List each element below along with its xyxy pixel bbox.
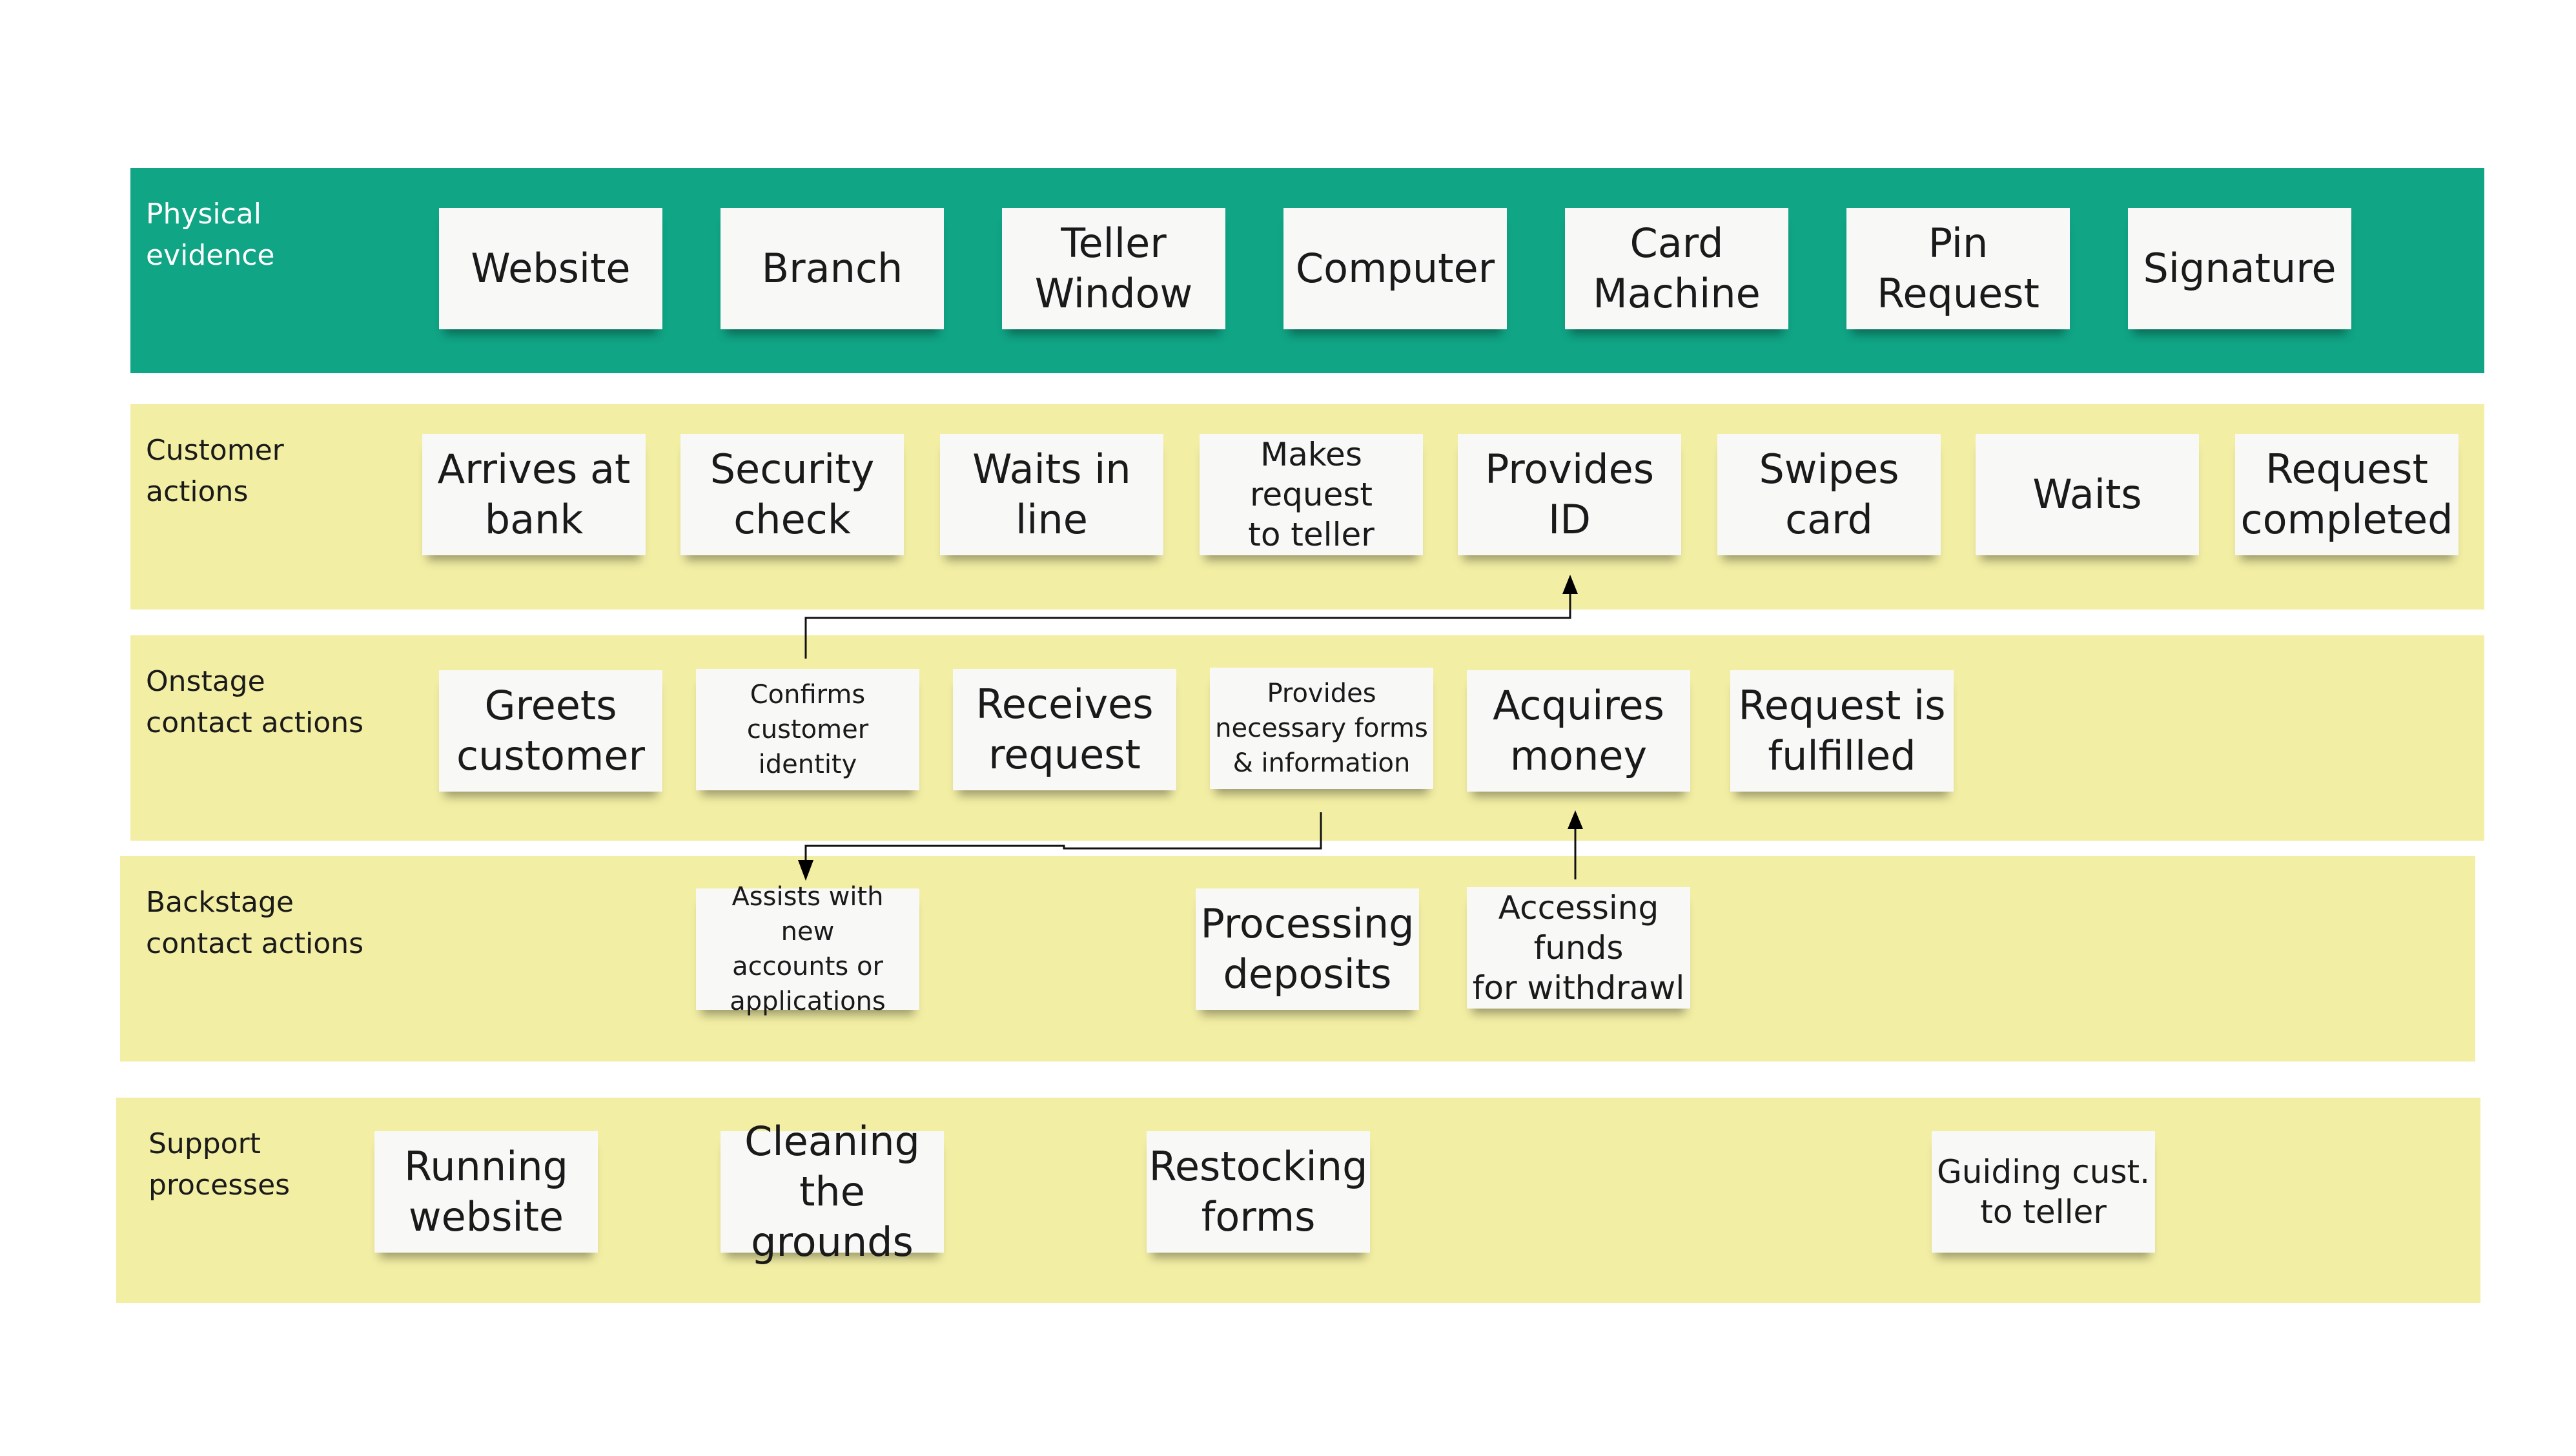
note-receives-request[interactable]: Receives request — [953, 669, 1176, 790]
note-signature[interactable]: Signature — [2128, 208, 2351, 329]
lane-label: Onstage contact actions — [146, 665, 364, 739]
note-confirms-identity[interactable]: Confirms customer identity — [696, 669, 919, 790]
note-cleaning-grounds[interactable]: Cleaning the grounds — [721, 1118, 944, 1266]
note-computer[interactable]: Computer — [1283, 208, 1507, 329]
note-waits[interactable]: Waits — [1976, 434, 2199, 555]
note-guiding-customer[interactable]: Guiding cust. to teller — [1932, 1131, 2155, 1253]
note-website[interactable]: Website — [439, 208, 662, 329]
note-running-website[interactable]: Running website — [374, 1131, 598, 1253]
note-restocking-forms[interactable]: Restocking forms — [1147, 1131, 1370, 1253]
note-provides-id[interactable]: Provides ID — [1458, 434, 1681, 555]
lane-label: Customer actions — [146, 434, 284, 508]
note-waits-in-line[interactable]: Waits in line — [940, 434, 1163, 555]
note-request-completed[interactable]: Request completed — [2235, 434, 2458, 555]
note-security-check[interactable]: Security check — [680, 434, 904, 555]
note-accessing-funds[interactable]: Accessing funds for withdrawl — [1467, 887, 1690, 1009]
lane-label: Physical evidence — [146, 198, 275, 272]
lane-label: Support processes — [148, 1127, 291, 1202]
note-card-machine[interactable]: Card Machine — [1565, 208, 1788, 329]
lane-label: Backstage contact actions — [146, 886, 364, 960]
note-teller-window[interactable]: Teller Window — [1002, 208, 1225, 329]
note-assists-new-accounts[interactable]: Assists with new accounts or application… — [696, 882, 919, 1016]
note-processing-deposits[interactable]: Processing deposits — [1196, 888, 1419, 1010]
note-request-fulfilled[interactable]: Request is fulfilled — [1730, 670, 1954, 792]
note-makes-request[interactable]: Makes request to teller — [1200, 434, 1423, 555]
note-greets-customer[interactable]: Greets customer — [439, 670, 662, 792]
note-branch[interactable]: Branch — [721, 208, 944, 329]
note-acquires-money[interactable]: Acquires money — [1467, 670, 1690, 792]
note-provides-forms[interactable]: Provides necessary forms & information — [1210, 668, 1433, 789]
note-arrives-at-bank[interactable]: Arrives at bank — [422, 434, 646, 555]
note-pin-request[interactable]: Pin Request — [1846, 208, 2070, 329]
note-swipes-card[interactable]: Swipes card — [1717, 434, 1941, 555]
